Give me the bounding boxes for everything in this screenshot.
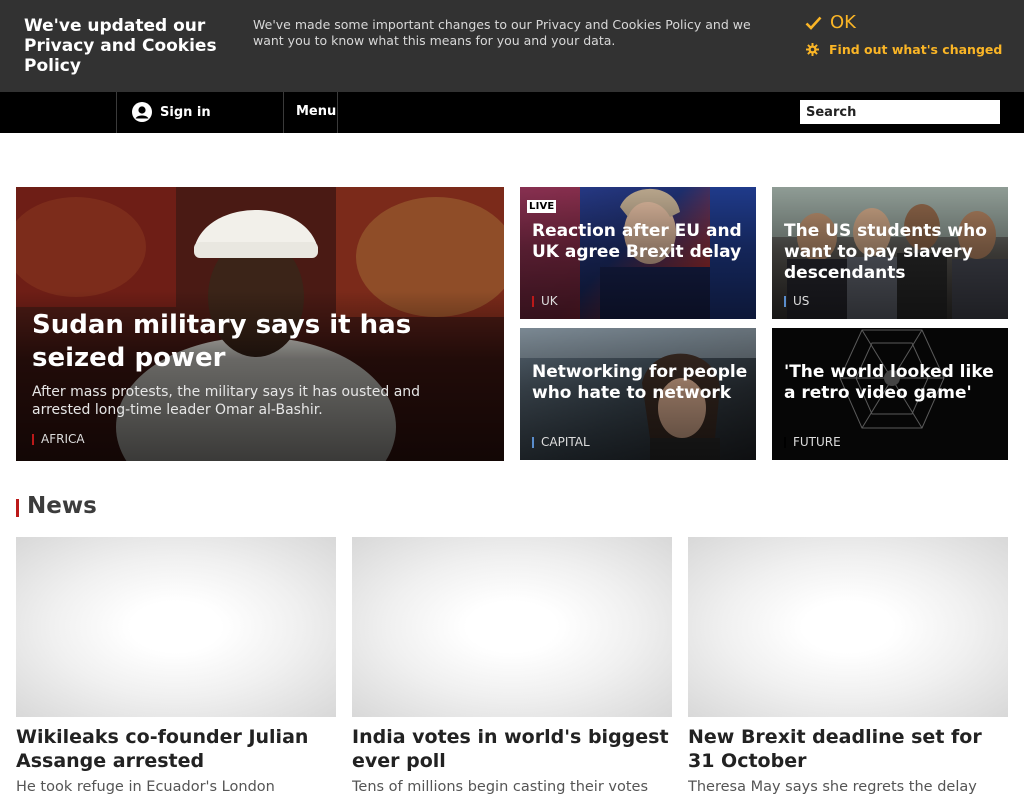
cookie-ok-button[interactable]: OK	[805, 12, 856, 33]
news-card-summary: Theresa May says she regrets the delay	[688, 779, 977, 795]
card-headline[interactable]: The US students who want to pay slavery …	[784, 221, 1000, 284]
hero-headline[interactable]: Sudan military says it has seized power	[32, 309, 472, 375]
tag-marker	[532, 295, 534, 307]
search-input[interactable]	[800, 100, 1000, 124]
cookie-banner: We've updated our Privacy and Cookies Po…	[0, 0, 1024, 92]
tag-marker	[32, 433, 34, 445]
live-badge: LIVE	[527, 200, 557, 213]
hero-story[interactable]: Sudan military says it has seized power …	[16, 187, 504, 461]
news-section-heading[interactable]: News	[27, 493, 97, 519]
cookie-banner-message: We've made some important changes to our…	[253, 17, 751, 48]
top-story-card[interactable]: 'The world looked like a retro video gam…	[772, 328, 1008, 460]
top-story-card[interactable]: The US students who want to pay slavery …	[772, 187, 1008, 319]
nav-divider	[283, 92, 284, 133]
news-card-summary: Tens of millions begin casting their vot…	[352, 779, 649, 795]
news-card-image-placeholder	[352, 537, 672, 717]
top-nav-bar: Sign in Menu	[0, 92, 1024, 133]
card-section-tag[interactable]: US	[784, 294, 809, 308]
hero-tag-label: AFRICA	[41, 432, 85, 446]
card-tag-label: UK	[541, 294, 558, 308]
card-section-tag[interactable]: UK	[532, 294, 558, 308]
nav-divider	[116, 92, 117, 133]
sign-in-button[interactable]: Sign in	[132, 102, 211, 122]
hero-section-tag[interactable]: AFRICA	[32, 432, 85, 446]
news-card-image-placeholder	[16, 537, 336, 717]
card-headline[interactable]: Reaction after EU and UK agree Brexit de…	[532, 221, 748, 263]
menu-button[interactable]: Menu	[296, 104, 336, 119]
top-story-card[interactable]: LIVE Reaction after EU and UK agree Brex…	[520, 187, 756, 319]
sign-in-label: Sign in	[160, 104, 211, 120]
nav-divider	[337, 92, 338, 133]
hero-summary: After mass protests, the military says i…	[32, 384, 421, 418]
user-account-icon	[132, 102, 152, 122]
news-card[interactable]: Wikileaks co-founder Julian Assange arre…	[16, 537, 336, 796]
find-out-changes-link[interactable]: Find out what's changed	[806, 42, 1002, 57]
card-section-tag[interactable]: CAPITAL	[532, 435, 590, 449]
tag-marker	[784, 436, 786, 448]
card-tag-label: FUTURE	[793, 435, 841, 449]
checkmark-icon	[805, 16, 822, 30]
card-tag-label: US	[793, 294, 810, 308]
gear-icon	[806, 43, 819, 56]
card-tag-label: CAPITAL	[541, 435, 590, 449]
news-card[interactable]: New Brexit deadline set for 31 October T…	[688, 537, 1008, 796]
news-card[interactable]: India votes in world's biggest ever poll…	[352, 537, 672, 796]
news-card-image-placeholder	[688, 537, 1008, 717]
card-headline[interactable]: 'The world looked like a retro video gam…	[784, 362, 1000, 404]
top-story-card[interactable]: Networking for people who hate to networ…	[520, 328, 756, 460]
find-out-changes-label: Find out what's changed	[829, 42, 1003, 57]
card-headline[interactable]: Networking for people who hate to networ…	[532, 362, 748, 404]
tag-marker	[532, 436, 534, 448]
news-card-summary: He took refuge in Ecuador's London	[16, 779, 275, 795]
card-section-tag[interactable]: FUTURE	[784, 435, 841, 449]
cookie-banner-title: We've updated our Privacy and Cookies Po…	[24, 16, 217, 76]
news-card-headline[interactable]: India votes in world's biggest ever poll	[352, 725, 672, 773]
news-card-headline[interactable]: New Brexit deadline set for 31 October	[688, 725, 1008, 773]
cookie-ok-label: OK	[830, 12, 856, 33]
tag-marker	[784, 295, 786, 307]
news-section-marker	[16, 499, 19, 517]
news-card-headline[interactable]: Wikileaks co-founder Julian Assange arre…	[16, 725, 336, 773]
